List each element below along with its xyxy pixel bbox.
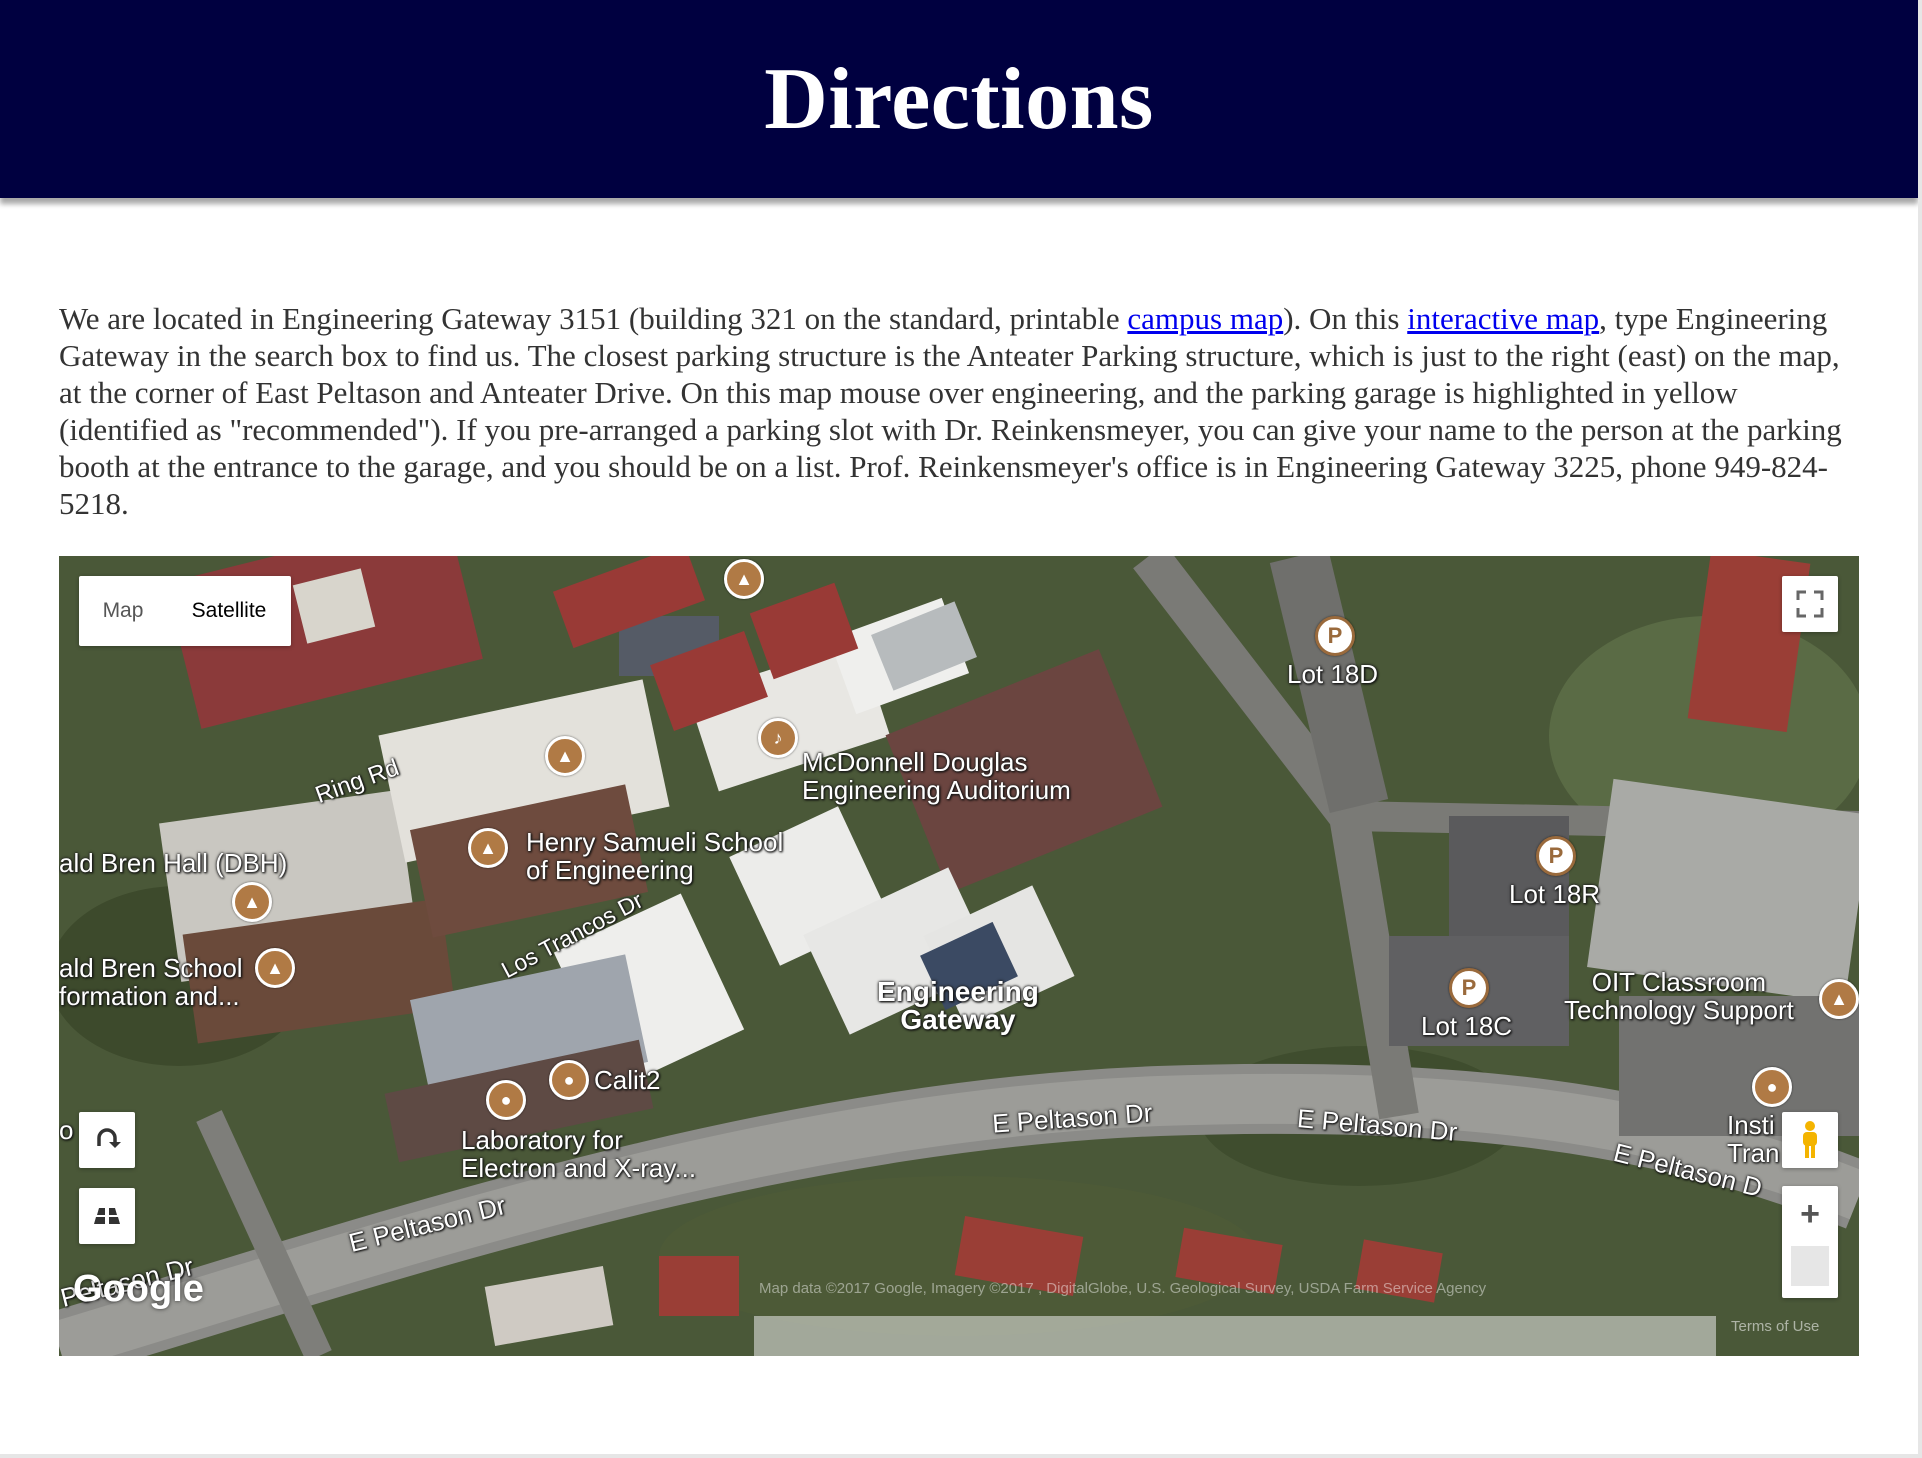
tilt-icon	[94, 1208, 120, 1224]
pegman-icon	[1803, 1121, 1817, 1158]
map-type-satellite-button[interactable]: Satellite	[167, 576, 291, 646]
map-label-lot-18r: Lot 18R	[1509, 879, 1601, 909]
map-label-institute-line-2: Tran	[1727, 1138, 1780, 1168]
page-header: Directions	[0, 0, 1918, 198]
map-label-bren-school-line-1: ald Bren School	[59, 953, 243, 983]
map-label-dbh: ald Bren Hall (DBH)	[59, 848, 288, 878]
map-label-laboratory-line-2: Electron and X-ray...	[461, 1153, 697, 1183]
university-pin-icon[interactable]: ▲	[255, 948, 295, 988]
map-type-map-button[interactable]: Map	[79, 576, 167, 646]
rotate-icon	[97, 1128, 121, 1148]
rotate-map-button[interactable]	[79, 1112, 135, 1168]
place-pin-icon[interactable]: ●	[1752, 1067, 1792, 1107]
map-attribution: Map data ©2017 Google, Imagery ©2017 , D…	[759, 1280, 1487, 1297]
map-label-institute-line-1: Insti	[1727, 1110, 1775, 1140]
campus-map-link[interactable]: campus map	[1127, 301, 1283, 336]
university-pin-icon[interactable]: ▲	[468, 828, 508, 868]
intro-paragraph: We are located in Engineering Gateway 31…	[59, 300, 1869, 522]
satellite-imagery	[59, 556, 1859, 1356]
terms-of-use-link[interactable]: Terms of Use	[1731, 1318, 1819, 1335]
map-label-institute: Insti Tran	[1727, 1111, 1780, 1167]
map-label-laboratory-line-1: Laboratory for	[461, 1125, 623, 1155]
tilt-map-button[interactable]	[79, 1188, 135, 1244]
intro-text-2: ). On this	[1283, 301, 1408, 336]
page-title: Directions	[764, 50, 1154, 148]
map-label-samueli: Henry Samueli School of Engineering	[526, 828, 783, 884]
map-label-laboratory: Laboratory for Electron and X-ray...	[461, 1126, 696, 1182]
google-logo: Google	[73, 1268, 204, 1310]
map-label-oit-line-2: Technology Support	[1564, 995, 1794, 1025]
place-pin-icon[interactable]: ●	[549, 1060, 589, 1100]
map-label-bren-school: ald Bren School formation and...	[59, 954, 243, 1010]
place-pin-icon[interactable]: ●	[486, 1080, 526, 1120]
fullscreen-button[interactable]	[1782, 576, 1838, 632]
map-label-samueli-line-1: Henry Samueli School	[526, 827, 784, 857]
fullscreen-icon	[1796, 590, 1824, 618]
university-pin-icon[interactable]: ▲	[232, 882, 272, 922]
university-pin-icon[interactable]: ▲	[545, 736, 585, 776]
map-label-eng-gateway-line-1: Engineering	[877, 976, 1039, 1007]
map-label-engineering-gateway: Engineering Gateway	[877, 978, 1039, 1034]
map-label-calit2: Calit2	[594, 1065, 661, 1095]
map-label-left-edge: o	[59, 1115, 74, 1145]
parking-pin-icon[interactable]: P	[1449, 968, 1489, 1008]
map-label-mcdonnell-line-2: Engineering Auditorium	[802, 775, 1071, 805]
intro-text-1: We are located in Engineering Gateway 31…	[59, 301, 1128, 336]
map-label-mcdonnell-line-1: McDonnell Douglas	[802, 747, 1028, 777]
map-type-control[interactable]: Map Satellite	[79, 576, 291, 646]
university-pin-icon[interactable]: ▲	[724, 559, 764, 599]
map-footer-overlay	[754, 1316, 1716, 1356]
map-label-lot-18d: Lot 18D	[1287, 659, 1379, 689]
music-venue-pin-icon[interactable]: ♪	[758, 718, 798, 758]
map-label-oit: OIT Classroom Technology Support	[1564, 968, 1794, 1024]
embedded-map[interactable]: ▲ ♪ ▲ ▲ ▲ ▲ ● ● ● ▲ P P P Lot 18D Ring R…	[59, 556, 1859, 1356]
interactive-map-link[interactable]: interactive map	[1407, 301, 1599, 336]
parking-pin-icon[interactable]: P	[1536, 836, 1576, 876]
map-label-lot-18c: Lot 18C	[1421, 1011, 1513, 1041]
university-pin-icon[interactable]: ▲	[1819, 979, 1859, 1019]
street-view-pegman-button[interactable]	[1782, 1112, 1838, 1168]
map-label-bren-school-line-2: formation and...	[59, 981, 240, 1011]
zoom-control: +	[1782, 1186, 1838, 1298]
map-label-mcdonnell: McDonnell Douglas Engineering Auditorium	[802, 748, 1071, 804]
page-edge-bottom	[0, 1454, 1922, 1458]
map-label-oit-line-1: OIT Classroom	[1591, 967, 1767, 997]
parking-pin-icon[interactable]: P	[1315, 616, 1355, 656]
zoom-in-button[interactable]: +	[1782, 1186, 1838, 1242]
zoom-out-button[interactable]	[1791, 1246, 1829, 1286]
map-label-samueli-line-2: of Engineering	[526, 855, 694, 885]
page-edge-right	[1918, 0, 1922, 1458]
map-label-eng-gateway-line-2: Gateway	[900, 1004, 1016, 1035]
